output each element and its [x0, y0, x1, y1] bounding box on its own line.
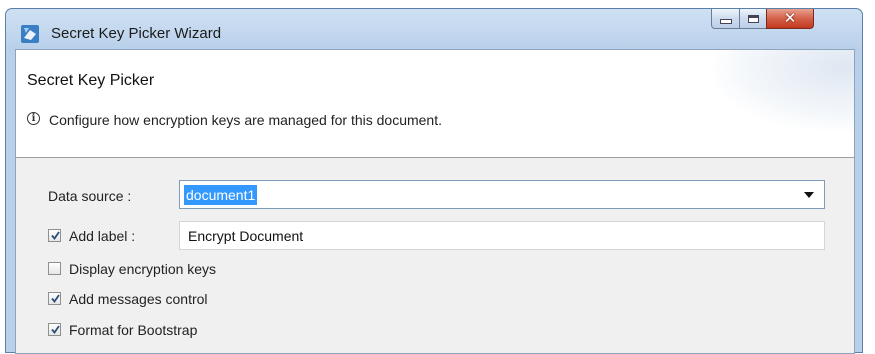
title-bar[interactable]: Secret Key Picker Wizard ✕ [6, 9, 862, 49]
minimize-icon [719, 19, 732, 24]
wizard-header: Secret Key Picker i Configure how encryp… [16, 50, 854, 158]
chevron-down-icon[interactable] [804, 192, 814, 198]
display-keys-label: Display encryption keys [69, 261, 217, 277]
wizard-app-icon [21, 25, 39, 43]
page-description: Configure how encryption keys are manage… [49, 112, 442, 128]
data-source-value: document1 [184, 185, 258, 205]
close-icon: ✕ [783, 9, 797, 27]
checkmark-icon [51, 231, 60, 240]
messages-control-checkbox[interactable] [48, 292, 61, 305]
checkmark-icon [51, 294, 60, 303]
info-icon: i [27, 112, 40, 125]
bootstrap-label: Format for Bootstrap [69, 322, 198, 338]
minimize-button[interactable] [711, 9, 740, 29]
maximize-button[interactable] [739, 9, 767, 29]
add-label-label: Add label : [69, 228, 136, 244]
checkmark-icon [51, 325, 60, 334]
close-button[interactable]: ✕ [766, 9, 814, 29]
messages-control-label: Add messages control [69, 291, 208, 307]
bootstrap-checkbox[interactable] [48, 323, 61, 336]
window-title: Secret Key Picker Wizard [51, 25, 222, 42]
wizard-content: Secret Key Picker i Configure how encryp… [15, 49, 855, 354]
header-decoration [714, 50, 854, 130]
page-title: Secret Key Picker [27, 72, 155, 89]
add-label-value: Encrypt Document [188, 228, 304, 244]
data-source-label: Data source : [48, 188, 132, 204]
maximize-icon [747, 14, 759, 23]
add-label-checkbox[interactable] [48, 229, 61, 242]
data-source-dropdown[interactable]: document1 [179, 180, 825, 209]
display-keys-checkbox[interactable] [48, 262, 61, 275]
add-label-input[interactable]: Encrypt Document [179, 221, 825, 250]
wizard-window: Secret Key Picker Wizard ✕ Secret Key Pi… [5, 8, 863, 354]
